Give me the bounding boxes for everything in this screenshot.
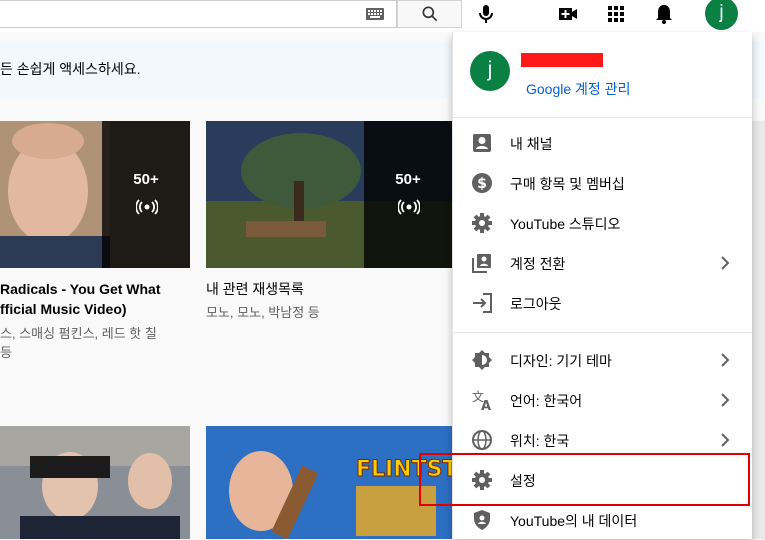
- top-bar: j: [0, 0, 765, 32]
- thumbnail-image: [0, 426, 190, 539]
- playlist-count: 50+: [133, 171, 159, 188]
- highlight-box: [419, 453, 750, 506]
- mix-radio-icon: [136, 199, 158, 215]
- dollar-circle-icon: $: [472, 173, 492, 193]
- search-button[interactable]: [397, 0, 462, 28]
- video-channels: 등: [0, 345, 12, 360]
- video-thumbnail[interactable]: FLINTSTONES: [206, 426, 452, 539]
- video-thumbnail[interactable]: 50+: [0, 121, 190, 268]
- globe-icon: [472, 430, 492, 450]
- redacted-account-name: [521, 53, 603, 67]
- chevron-right-icon: [721, 433, 730, 447]
- theme-icon: [472, 350, 492, 370]
- menu-item-studio[interactable]: YouTube 스튜디오: [453, 203, 752, 243]
- menu-item-label: YouTube 스튜디오: [510, 216, 621, 232]
- menu-item-your-data[interactable]: YouTube의 내 데이터: [453, 500, 752, 540]
- video-channels: 모노, 모노, 박남정 등: [206, 305, 320, 320]
- menu-divider: [453, 332, 752, 333]
- menu-item-appearance[interactable]: 디자인: 기기 테마: [453, 340, 752, 380]
- playlist-overlay: 50+: [102, 121, 190, 268]
- chevron-right-icon: [721, 256, 730, 270]
- menu-item-label: 위치: 한국: [510, 433, 570, 449]
- menu-item-label: 구매 항목 및 멤버십: [510, 176, 625, 192]
- gear-icon: [472, 213, 492, 233]
- mic-icon[interactable]: [474, 2, 498, 26]
- shield-user-icon: [474, 510, 490, 530]
- menu-item-label: 언어: 한국어: [510, 393, 583, 409]
- create-video-icon[interactable]: [556, 2, 580, 26]
- video-thumbnail[interactable]: [0, 426, 190, 539]
- apps-grid-icon[interactable]: [604, 2, 628, 26]
- video-channels: 스, 스매싱 펌킨스, 레드 핫 칠: [0, 326, 157, 341]
- menu-header: j Google 계정 관리: [453, 32, 752, 118]
- video-title[interactable]: Radicals - You Get What: [0, 279, 161, 299]
- avatar-button[interactable]: j: [705, 0, 738, 30]
- menu-avatar: j: [470, 51, 510, 91]
- search-input[interactable]: [0, 0, 397, 28]
- menu-item-purchases[interactable]: $ 구매 항목 및 멤버십: [453, 163, 752, 203]
- video-title[interactable]: fficial Music Video): [0, 299, 127, 319]
- menu-item-sign-out[interactable]: 로그아웃: [453, 283, 752, 323]
- chevron-right-icon: [721, 393, 730, 407]
- playlist-overlay: 50+: [364, 121, 452, 268]
- menu-item-my-channel[interactable]: 내 채널: [453, 123, 752, 163]
- background-card: [751, 121, 765, 539]
- menu-item-label: 내 채널: [510, 136, 553, 152]
- chevron-right-icon: [721, 353, 730, 367]
- video-title[interactable]: 내 관련 재생목록: [206, 279, 304, 299]
- playlist-count: 50+: [395, 171, 421, 188]
- menu-item-language[interactable]: 文 A 언어: 한국어: [453, 380, 752, 420]
- translate-icon: 文 A: [472, 389, 491, 412]
- switch-account-icon: [472, 254, 491, 273]
- manage-google-account-link[interactable]: Google 계정 관리: [526, 79, 630, 99]
- video-thumbnail[interactable]: 50+: [206, 121, 452, 268]
- mix-radio-icon: [398, 199, 420, 215]
- menu-item-switch-account[interactable]: 계정 전환: [453, 243, 752, 283]
- menu-item-label: 로그아웃: [510, 296, 562, 312]
- search-icon: [422, 6, 438, 22]
- menu-item-label: YouTube의 내 데이터: [510, 513, 638, 529]
- svg-text:A: A: [481, 399, 491, 412]
- notifications-bell-icon[interactable]: [652, 2, 676, 26]
- svg-text:$: $: [477, 176, 487, 192]
- keyboard-icon[interactable]: [366, 8, 384, 20]
- thumbnail-image: FLINTSTONES: [206, 426, 452, 539]
- account-box-icon: [473, 134, 491, 152]
- menu-item-label: 디자인: 기기 테마: [510, 353, 612, 369]
- sign-out-icon: [473, 293, 492, 313]
- menu-item-label: 계정 전환: [510, 256, 566, 272]
- banner-text: 든 손쉽게 액세스하세요.: [0, 61, 141, 77]
